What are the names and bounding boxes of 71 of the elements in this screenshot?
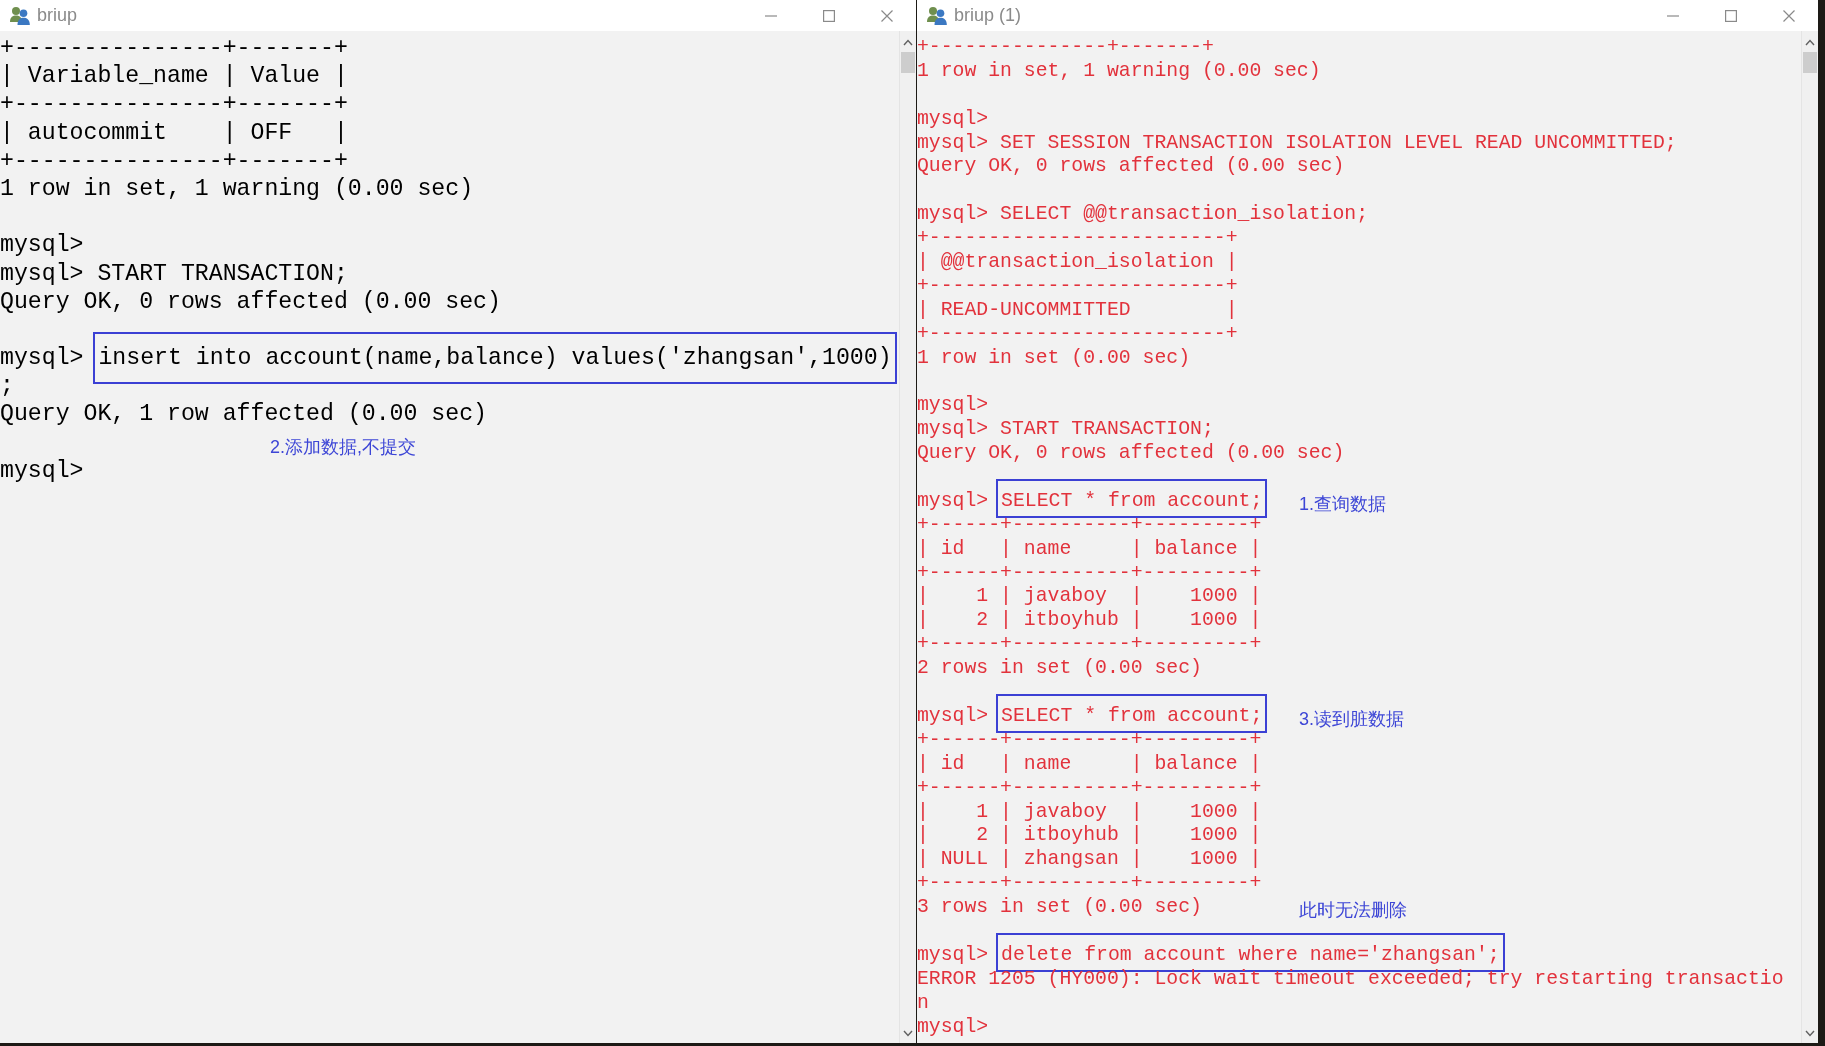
terminal-line: +-------------------------+ [917,322,1238,345]
prompt-text: mysql> [917,704,989,727]
annotation-note: 2.添加数据,不提交 [270,436,416,457]
highlighted-command: SELECT * from account; [996,693,1268,733]
terminal-line: | 2 | itboyhub | 1000 | [917,609,1262,632]
terminal-line: | id | name | balance | [917,752,1262,775]
users-icon [927,6,947,25]
terminal-line: | id | name | balance | [917,537,1262,560]
prompt-text: mysql> [0,345,84,372]
prompt-text: mysql> [917,943,989,966]
terminal-line: Query OK, 0 rows affected (0.00 sec) [917,442,1345,465]
chevron-up-icon[interactable] [903,39,913,46]
terminal-line: n [917,991,929,1014]
close-icon [881,9,893,22]
terminal-line: 1 row in set, 1 warning (0.00 sec) [0,175,474,202]
chevron-down-icon[interactable] [1805,1030,1815,1037]
terminal-line: +------+----------+---------+ [917,633,1262,656]
terminal-line: | Variable_name | Value | [0,63,348,90]
scrollbar[interactable] [1801,31,1818,1043]
terminal-line: mysql> [0,457,84,484]
terminal-line: mysql> START TRANSACTION; [0,260,348,287]
close-icon [1783,9,1795,22]
terminal-line: mysql> [917,107,989,130]
terminal-line: | 1 | javaboy | 1000 | [917,800,1262,823]
terminal-line: +---------------+-------+ [0,35,348,61]
terminal-line: | autocommit | OFF | [0,119,348,146]
scrollbar-thumb[interactable] [901,52,915,73]
terminal-line: mysql> SELECT @@transaction_isolation; [917,203,1369,226]
terminal-line: +---------------+-------+ [0,91,348,118]
prompt-text: mysql> [917,489,989,512]
terminal-line: Query OK, 0 rows affected (0.00 sec) [0,288,501,315]
terminal-line: | 2 | itboyhub | 1000 | [917,824,1262,847]
annotation-note: 1.查询数据 [1299,493,1386,514]
terminal-line: Query OK, 0 rows affected (0.00 sec) [917,155,1345,178]
terminal-line: +------+----------+---------+ [917,561,1262,584]
terminal-line: mysql> [917,1015,989,1038]
users-icon [10,6,30,25]
maximize-icon [1725,9,1737,22]
scrollbar-thumb[interactable] [1803,52,1817,73]
terminal-line: +-------------------------+ [917,274,1238,297]
terminal-line: mysql> START TRANSACTION; [917,418,1214,441]
terminal-line: | @@transaction_isolation | [917,251,1238,273]
annotation-note: 此时无法删除 [1299,899,1407,920]
scrollbar[interactable] [899,31,916,1043]
terminal-line: +------+----------+---------+ [917,872,1262,895]
terminal-line: +-------------------------+ [917,227,1238,250]
maximize-icon [823,9,835,22]
terminal-line: 3 rows in set (0.00 sec) [917,896,1202,919]
terminal-line: mysql> SET SESSION TRANSACTION ISOLATION LEVEL READ UNCOMMITTED; [917,131,1677,154]
terminal-line: 1 row in set (0.00 sec) [917,346,1191,369]
terminal-line: ; [0,373,14,400]
terminal-line: | NULL | zhangsan | 1000 | [917,848,1262,871]
terminal-line: +------+----------+---------+ [917,776,1262,799]
minimize-icon [1667,14,1679,17]
annotation-note: 3.读到脏数据 [1299,708,1404,729]
chevron-down-icon[interactable] [903,1030,913,1037]
terminal-line: 2 rows in set (0.00 sec) [917,657,1202,680]
terminal-line: | READ-UNCOMMITTED | [917,298,1238,321]
window-title: briup (1) [954,5,1022,26]
terminal-line: Query OK, 1 row affected (0.00 sec) [0,401,488,428]
terminal-line: | 1 | javaboy | 1000 | [917,585,1262,608]
window-title: briup [37,5,78,26]
terminal-line: mysql> [0,232,84,259]
terminal-line: 1 row in set, 1 warning (0.00 sec) [917,59,1321,82]
terminal-line: +---------------+-------+ [917,36,1214,58]
highlighted-command: insert into account(name,balance) values('zhangsan',1000) [93,332,897,385]
terminal-line: mysql> [917,394,989,417]
terminal-line: +---------------+-------+ [0,147,348,174]
chevron-up-icon[interactable] [1805,39,1815,46]
minimize-icon [765,14,777,17]
highlighted-command: SELECT * from account; [996,478,1268,518]
